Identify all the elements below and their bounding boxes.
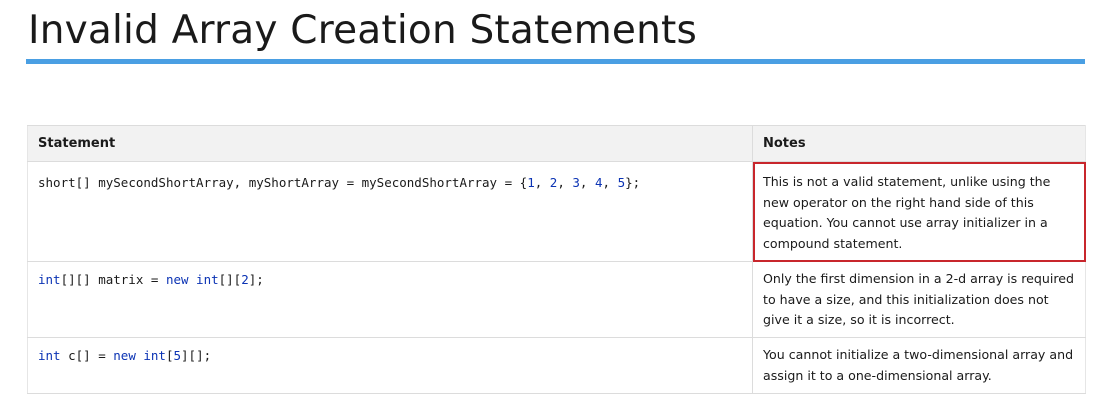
code-text: [][] matrix = (60, 272, 166, 287)
note-text: Only the first dimension in a 2-d array … (763, 271, 1074, 327)
table-row: int[][] matrix = new int[][2]; Only the … (27, 261, 1086, 338)
code-text: ]; (248, 272, 264, 287)
table-header-row: Statement Notes (27, 125, 1086, 162)
code-text: , (579, 175, 595, 190)
code-text: short (38, 175, 76, 190)
statements-table-container: Statement Notes short[] mySecondShortArr… (27, 125, 1086, 394)
page: Invalid Array Creation Statements Statem… (0, 0, 1107, 405)
code-keyword: int (196, 272, 219, 287)
note-cell: Only the first dimension in a 2-d array … (752, 261, 1086, 338)
code-text: [] mySecondShortArray, myShortArray = my… (75, 175, 528, 190)
code-number: 4 (594, 175, 603, 190)
code-number: 5 (617, 175, 626, 190)
table-row: short[] mySecondShortArray, myShortArray… (27, 161, 1086, 262)
code-keyword: int (38, 348, 61, 363)
column-header-statement: Statement (27, 125, 753, 162)
code-text: c[] = (60, 348, 114, 363)
note-text: You cannot initialize a two-dimensional … (763, 347, 1074, 383)
statements-table: Statement Notes short[] mySecondShortArr… (27, 125, 1086, 394)
code-text: [][ (218, 272, 242, 287)
title-underline (26, 59, 1085, 64)
code-statement: int[][] matrix = new int[][2]; (38, 272, 264, 287)
code-keyword: new (113, 348, 136, 363)
statement-cell: int[][] matrix = new int[][2]; (27, 261, 753, 338)
code-text: }; (625, 175, 641, 190)
code-number: 5 (173, 348, 182, 363)
note-cell: You cannot initialize a two-dimensional … (752, 337, 1086, 394)
code-keyword: new (165, 272, 189, 287)
code-text: , (602, 175, 618, 190)
code-keyword: int (38, 272, 61, 287)
code-number: 3 (572, 175, 580, 190)
code-text: , (534, 175, 550, 190)
code-number: 2 (241, 272, 249, 287)
code-number: 1 (527, 175, 535, 190)
statement-cell: short[] mySecondShortArray, myShortArray… (27, 161, 753, 262)
code-statement: short[] mySecondShortArray, myShortArray… (38, 175, 640, 190)
code-text: , (557, 175, 573, 190)
note-cell: This is not a valid statement, unlike us… (752, 161, 1086, 262)
table-row: int c[] = new int[5][]; You cannot initi… (27, 337, 1086, 394)
note-text: This is not a valid statement, unlike us… (763, 174, 1051, 251)
column-header-notes: Notes (752, 125, 1086, 162)
code-keyword: int (143, 348, 166, 363)
code-text: ][]; (181, 348, 212, 363)
page-title: Invalid Array Creation Statements (28, 8, 698, 53)
statement-cell: int c[] = new int[5][]; (27, 337, 753, 394)
code-statement: int c[] = new int[5][]; (38, 348, 211, 363)
